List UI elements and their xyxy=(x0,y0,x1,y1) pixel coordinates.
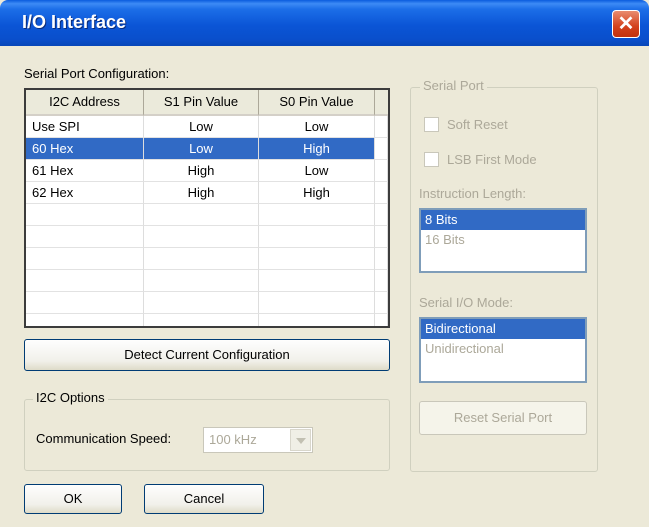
instruction-length-label: Instruction Length: xyxy=(419,186,526,201)
instruction-length-list[interactable]: 8 Bits 16 Bits xyxy=(419,208,587,273)
empty-row xyxy=(26,204,388,226)
serial-port-legend: Serial Port xyxy=(420,78,487,93)
chevron-down-icon[interactable] xyxy=(290,429,311,451)
list-item[interactable]: Unidirectional xyxy=(421,339,585,359)
communication-speed-value: 100 kHz xyxy=(209,432,257,447)
cell-s0-pin-value: Low xyxy=(259,160,375,182)
reset-serial-port-button[interactable]: Reset Serial Port xyxy=(419,401,587,435)
cell-i2c-address: 60 Hex xyxy=(26,138,144,160)
lsb-first-label: LSB First Mode xyxy=(447,152,537,167)
cell-s0-pin-value: High xyxy=(259,138,375,160)
cell-i2c-address: Use SPI xyxy=(26,116,144,138)
cell-i2c-address: 61 Hex xyxy=(26,160,144,182)
cancel-button[interactable]: Cancel xyxy=(144,484,264,514)
window-title: I/O Interface xyxy=(22,12,127,32)
table-row-selected[interactable]: 60 Hex Low High xyxy=(26,138,388,160)
empty-row xyxy=(26,292,388,314)
lsb-first-checkbox[interactable] xyxy=(424,152,439,167)
serial-config-label: Serial Port Configuration: xyxy=(24,66,170,81)
close-icon: ✕ xyxy=(617,13,635,35)
detect-configuration-button[interactable]: Detect Current Configuration xyxy=(24,339,390,371)
empty-row xyxy=(26,314,388,326)
empty-row xyxy=(26,226,388,248)
close-button[interactable]: ✕ xyxy=(612,10,640,38)
empty-row xyxy=(26,270,388,292)
io-interface-dialog: I/O Interface ✕ Serial Port Configuratio… xyxy=(0,0,649,527)
cell-i2c-address: 62 Hex xyxy=(26,182,144,204)
list-item[interactable]: 8 Bits xyxy=(421,210,585,230)
column-header-filler xyxy=(375,90,388,116)
serial-io-mode-label: Serial I/O Mode: xyxy=(419,295,513,310)
table-row[interactable]: Use SPI Low Low xyxy=(26,116,388,138)
communication-speed-select[interactable]: 100 kHz xyxy=(203,427,313,453)
table-row[interactable]: 61 Hex High Low xyxy=(26,160,388,182)
list-header: I2C Address S1 Pin Value S0 Pin Value xyxy=(26,90,388,116)
empty-row xyxy=(26,248,388,270)
serial-config-list[interactable]: I2C Address S1 Pin Value S0 Pin Value Us… xyxy=(24,88,390,328)
cell-s1-pin-value: High xyxy=(144,160,259,182)
soft-reset-label: Soft Reset xyxy=(447,117,508,132)
soft-reset-checkbox[interactable] xyxy=(424,117,439,132)
communication-speed-label: Communication Speed: xyxy=(36,431,172,446)
cell-s1-pin-value: Low xyxy=(144,138,259,160)
cell-s1-pin-value: Low xyxy=(144,116,259,138)
list-item[interactable]: Bidirectional xyxy=(421,319,585,339)
table-row[interactable]: 62 Hex High High xyxy=(26,182,388,204)
serial-io-mode-list[interactable]: Bidirectional Unidirectional xyxy=(419,317,587,383)
list-item[interactable]: 16 Bits xyxy=(421,230,585,250)
column-header-i2c-address[interactable]: I2C Address xyxy=(26,90,144,116)
cell-s0-pin-value: High xyxy=(259,182,375,204)
cell-s0-pin-value: Low xyxy=(259,116,375,138)
i2c-options-legend: I2C Options xyxy=(33,390,108,405)
column-header-s0-pin-value[interactable]: S0 Pin Value xyxy=(259,90,375,116)
cell-s1-pin-value: High xyxy=(144,182,259,204)
title-bar[interactable]: I/O Interface ✕ xyxy=(0,0,649,46)
column-header-s1-pin-value[interactable]: S1 Pin Value xyxy=(144,90,259,116)
ok-button[interactable]: OK xyxy=(24,484,122,514)
